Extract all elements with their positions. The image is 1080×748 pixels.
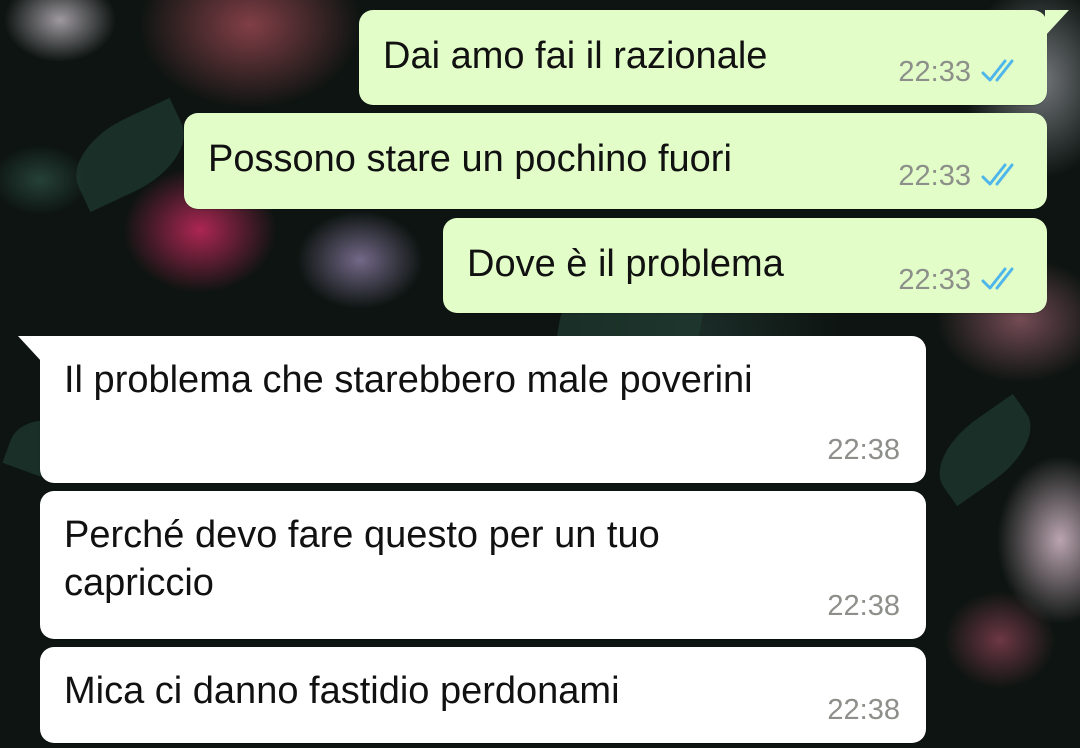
double-check-read-icon: [981, 59, 1014, 82]
message-text: Dai amo fai il razionale: [383, 35, 768, 77]
outgoing-message-bubble[interactable]: Dai amo fai il razionale 22:33: [359, 10, 1069, 105]
double-check-read-icon: [981, 163, 1014, 186]
message-timestamp: 22:38: [827, 590, 900, 622]
incoming-message-bubble[interactable]: Mica ci danno fastidio perdonami 22:38: [40, 647, 926, 743]
message-timestamp: 22:38: [827, 694, 900, 726]
outgoing-message-bubble[interactable]: Possono stare un pochino fuori 22:33: [184, 113, 1047, 209]
double-check-read-icon: [981, 267, 1014, 290]
message-text: Perché devo fare questo per un tuo capri…: [64, 514, 660, 604]
bubble-tail: [1045, 10, 1069, 36]
message-timestamp: 22:33: [898, 160, 971, 192]
outgoing-message-bubble[interactable]: Dove è il problema 22:33: [443, 218, 1047, 313]
incoming-message-bubble[interactable]: Il problema che starebbero male poverini…: [18, 336, 926, 483]
message-text: Dove è il problema: [467, 243, 784, 285]
message-timestamp: 22:33: [898, 56, 971, 88]
bubble-tail: [18, 336, 42, 362]
chat-message-list[interactable]: Dai amo fai il razionale 22:33 Possono s…: [0, 0, 1080, 748]
message-text: Il problema che starebbero male poverini: [64, 359, 753, 401]
message-timestamp: 22:33: [898, 264, 971, 296]
incoming-message-bubble[interactable]: Perché devo fare questo per un tuo capri…: [40, 491, 926, 639]
message-timestamp: 22:38: [827, 434, 900, 466]
message-text: Possono stare un pochino fuori: [208, 138, 732, 180]
message-text: Mica ci danno fastidio perdonami: [64, 670, 620, 712]
